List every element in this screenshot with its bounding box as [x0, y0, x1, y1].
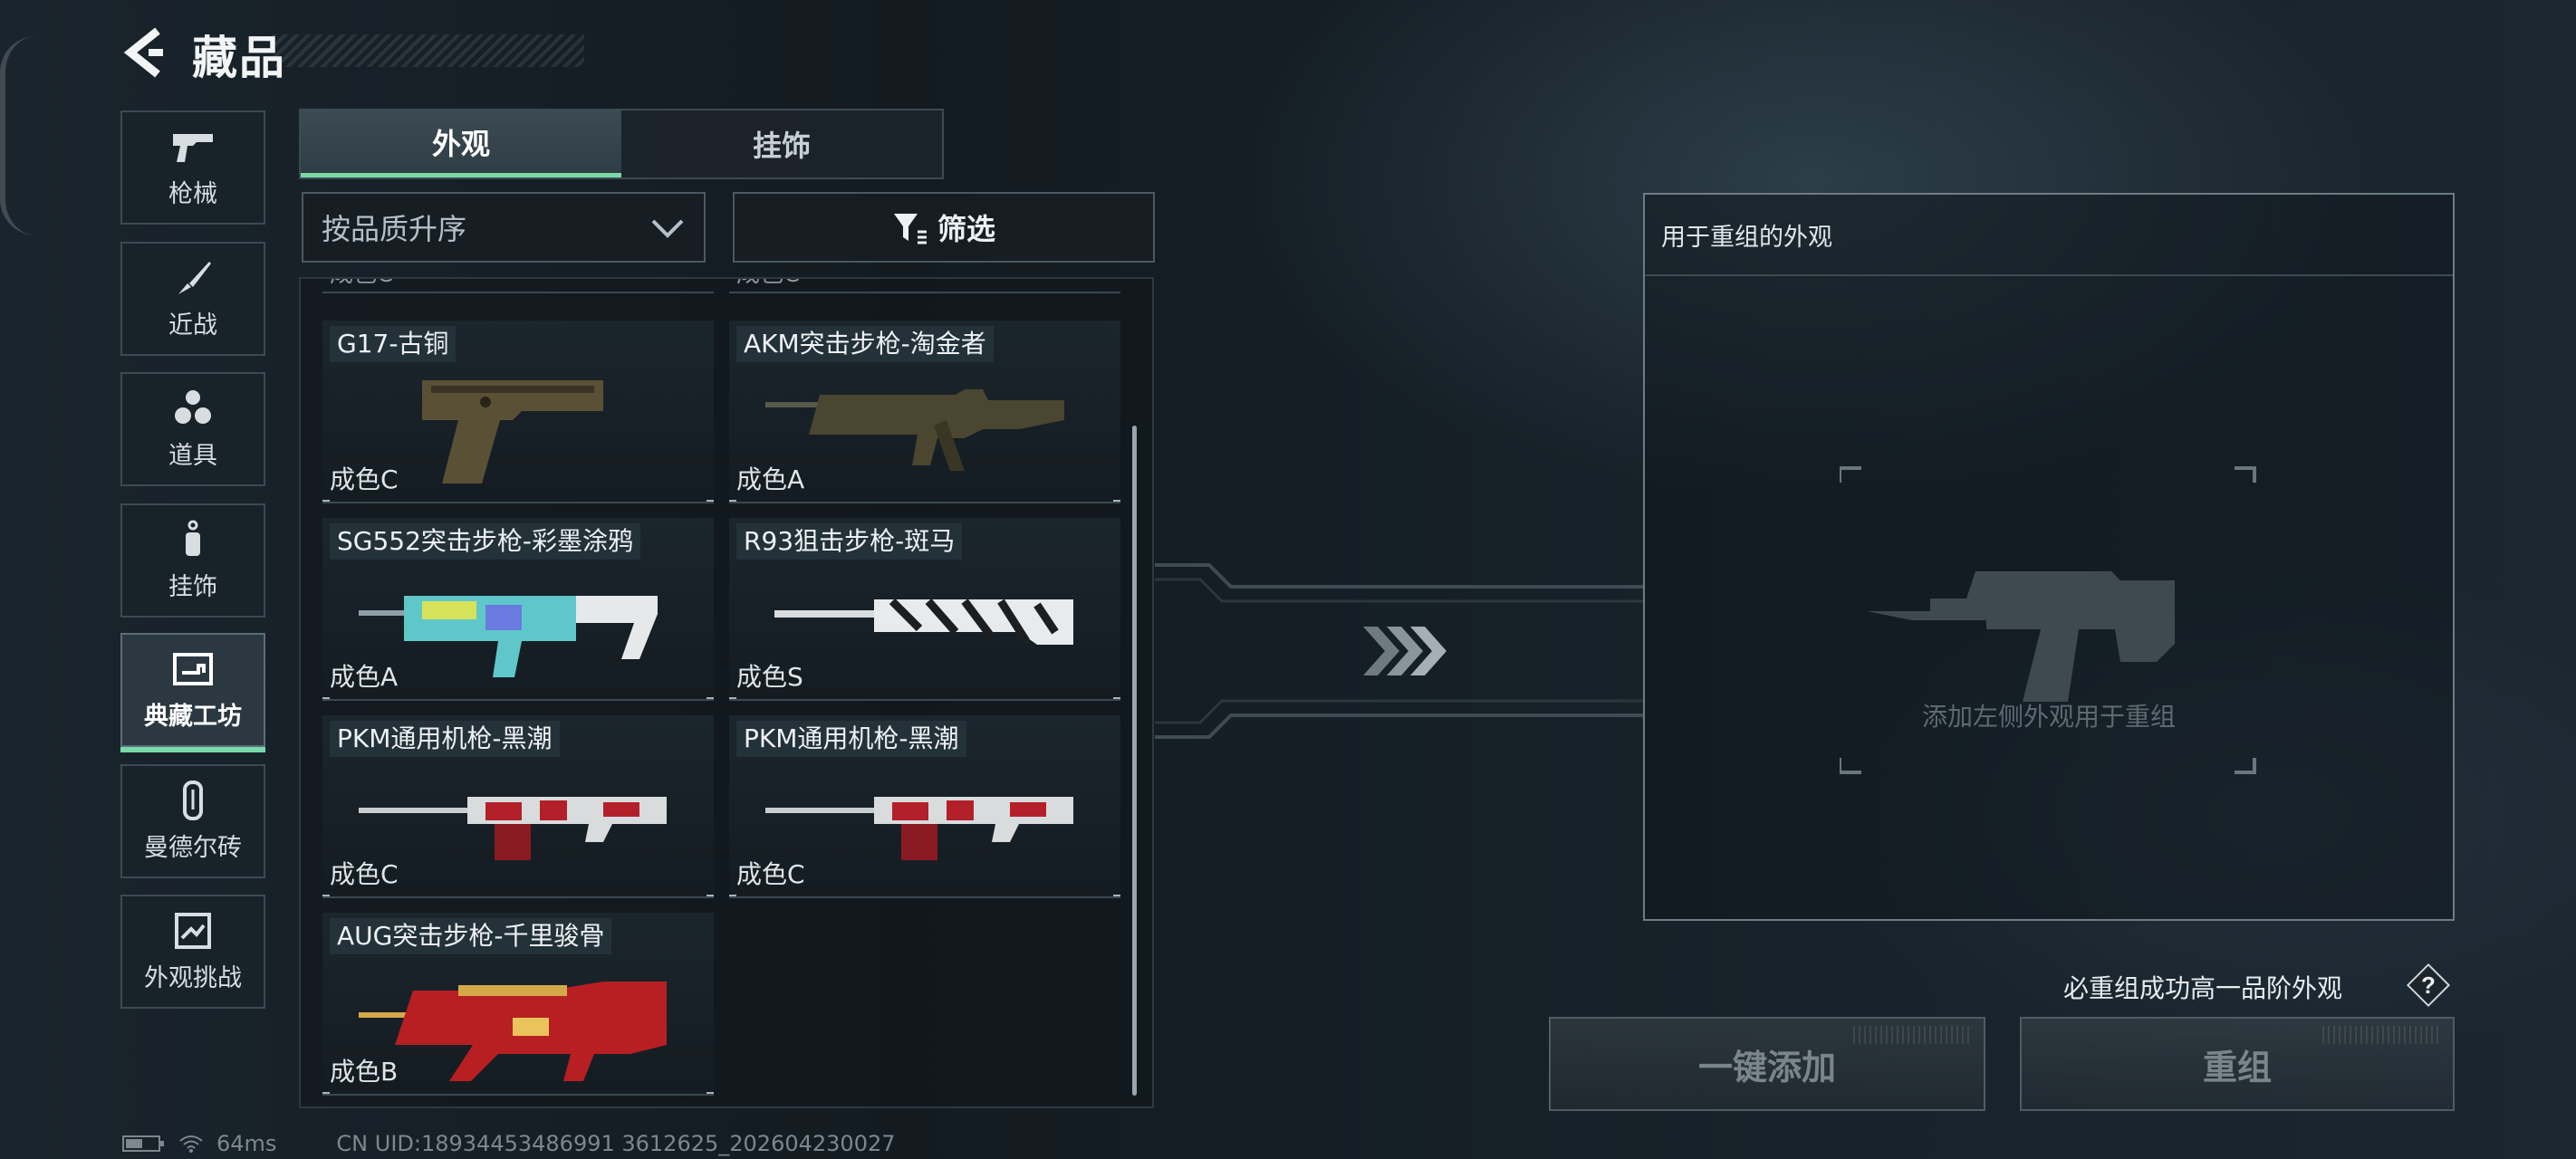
- skin-grade: 成色A: [736, 465, 805, 494]
- button-decoration: [2322, 1026, 2440, 1044]
- rifle-placeholder-icon: [1867, 571, 2175, 702]
- recombine-panel: 用于重组的外观 添加左侧外观用于重组: [1643, 193, 2455, 921]
- one-click-add-button[interactable]: 一键添加: [1549, 1017, 1985, 1111]
- workshop-icon: [173, 652, 213, 685]
- rifle-skin-icon: [765, 389, 1064, 471]
- skin-grid[interactable]: 成色C 成色C G17-古铜 成色C AKM突击步枪-淘金者 成色A SG552…: [299, 277, 1154, 1108]
- sidebar-item-melee[interactable]: 近战: [120, 242, 265, 356]
- sidebar-item-label: 外观挑战: [144, 963, 242, 992]
- back-arrow-icon[interactable]: [118, 25, 172, 80]
- sort-dropdown[interactable]: 按品质升序: [302, 192, 706, 263]
- skin-card[interactable]: AKM突击步枪-淘金者 成色A: [729, 321, 1120, 503]
- sidebar-item-skin-challenge[interactable]: 外观挑战: [120, 895, 265, 1009]
- skin-grade: 成色B: [330, 1057, 399, 1087]
- tab-skins[interactable]: 外观: [301, 110, 621, 177]
- machinegun-skin-icon: [765, 797, 1073, 860]
- skin-name: PKM通用机枪-黑潮: [736, 721, 966, 757]
- sort-dropdown-value: 按品质升序: [322, 212, 467, 246]
- bullpup-skin-icon: [359, 982, 667, 1081]
- skin-card[interactable]: PKM通用机枪-黑潮 成色C: [322, 715, 714, 898]
- sidebar-item-label: 枪械: [168, 179, 217, 208]
- skin-grade: 成色C: [736, 859, 805, 889]
- sidebar-item-label: 曼德尔砖: [144, 833, 242, 862]
- tab-bar: 外观 挂饰: [299, 109, 944, 179]
- sidebar-item-charms[interactable]: 挂饰: [120, 503, 265, 618]
- sidebar-item-mandel-brick[interactable]: 曼德尔砖: [120, 764, 265, 878]
- help-icon[interactable]: ?: [2406, 963, 2451, 1008]
- skin-card[interactable]: SG552突击步枪-彩墨涂鸦 成色A: [322, 518, 714, 701]
- skin-grade: 成色C: [330, 859, 399, 889]
- filter-icon: [893, 214, 927, 244]
- filter-button-label: 筛选: [937, 212, 995, 246]
- knife-icon: [178, 261, 211, 294]
- filter-button[interactable]: 筛选: [733, 192, 1155, 263]
- grenades-icon: [175, 389, 211, 424]
- tab-charms[interactable]: 挂饰: [621, 110, 942, 177]
- skin-name: G17-古铜: [330, 326, 457, 362]
- wifi-icon: [179, 1135, 203, 1153]
- status-bar: 64ms CN UID:18934453486991 3612625_20260…: [122, 1128, 896, 1159]
- connector-decoration: [1155, 563, 1644, 739]
- sidebar-item-label: 道具: [168, 441, 217, 470]
- charm-icon: [186, 520, 200, 556]
- skin-name: SG552突击步枪-彩墨涂鸦: [330, 523, 641, 560]
- sidebar-item-label: 典藏工坊: [144, 702, 242, 731]
- partial-card-top: 成色C: [322, 279, 714, 293]
- partial-card-top: 成色C: [729, 279, 1120, 293]
- uid-text: CN UID:18934453486991 3612625_2026042300…: [336, 1131, 896, 1156]
- chevron-down-icon: [651, 219, 684, 238]
- sidebar-item-gear[interactable]: 道具: [120, 372, 265, 486]
- sidebar-item-workshop[interactable]: 典藏工坊: [120, 633, 265, 752]
- ping-text: 64ms: [216, 1131, 277, 1156]
- screen-edge-arc: [0, 36, 42, 235]
- grid-scrollbar[interactable]: [1132, 426, 1137, 1096]
- recombine-panel-title: 用于重组的外观: [1645, 195, 2453, 276]
- forward-arrows-icon: [1363, 627, 1447, 675]
- recombine-hint: 添加左侧外观用于重组: [1921, 702, 2176, 732]
- skin-name: PKM通用机枪-黑潮: [330, 721, 560, 757]
- sniper-skin-icon: [774, 598, 1073, 645]
- recombine-button-label: 重组: [2202, 1047, 2272, 1087]
- button-decoration: [1853, 1026, 1971, 1044]
- skin-grade: 成色S: [736, 662, 803, 692]
- recombine-button[interactable]: 重组: [2020, 1017, 2455, 1111]
- skin-card[interactable]: AUG突击步枪-千里骏骨 成色B: [322, 913, 714, 1096]
- rifle-skin-icon: [359, 596, 658, 677]
- svg-text:?: ?: [2421, 972, 2436, 999]
- skin-name: R93狙击步枪-斑马: [736, 523, 963, 560]
- skin-grade: 成色C: [330, 465, 399, 494]
- guarantee-note: 必重组成功高一品阶外观: [2062, 973, 2342, 1003]
- one-click-add-label: 一键添加: [1697, 1047, 1836, 1087]
- pistol-icon: [173, 133, 213, 162]
- battery-icon: [122, 1135, 164, 1152]
- sidebar-item-label: 近战: [168, 311, 217, 340]
- skin-name: AUG突击步枪-千里骏骨: [330, 918, 612, 954]
- pistol-skin-icon: [422, 380, 603, 484]
- skin-challenge-icon: [175, 912, 211, 949]
- page-title: 藏品: [192, 32, 286, 84]
- skin-grade: 成色A: [330, 662, 399, 692]
- title-decoration: [272, 34, 584, 67]
- skin-card[interactable]: R93狙击步枪-斑马 成色S: [729, 518, 1120, 701]
- skin-card[interactable]: G17-古铜 成色C: [322, 321, 714, 503]
- skin-card[interactable]: PKM通用机枪-黑潮 成色C: [729, 715, 1120, 898]
- machinegun-skin-icon: [359, 797, 667, 860]
- mandel-brick-icon: [183, 780, 203, 820]
- sidebar-item-guns[interactable]: 枪械: [120, 110, 265, 225]
- sidebar-item-label: 挂饰: [168, 572, 217, 601]
- skin-name: AKM突击步枪-淘金者: [736, 326, 994, 362]
